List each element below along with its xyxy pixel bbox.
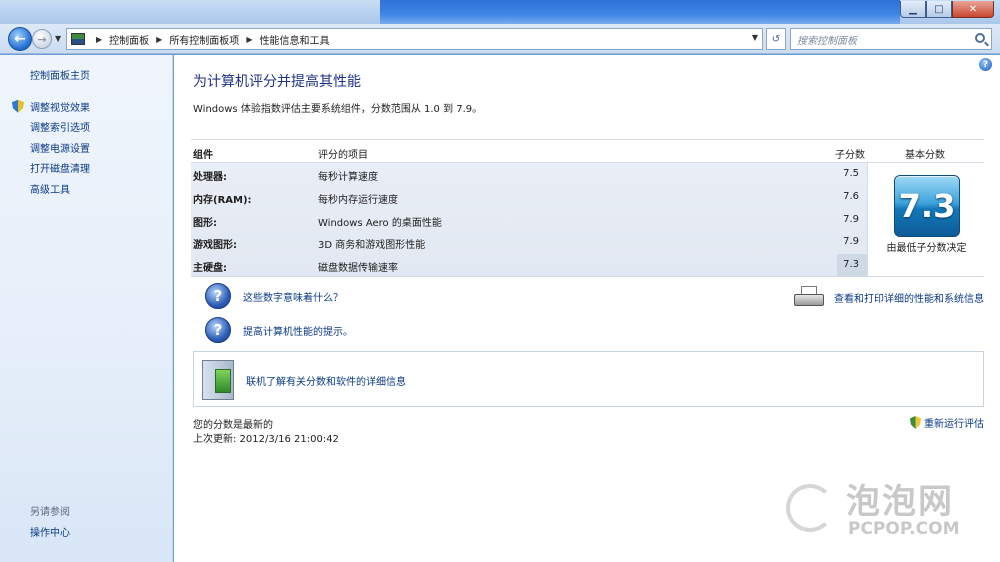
task-label[interactable]: 调整电源设置 [30,140,90,155]
task-adjust-power[interactable]: 调整电源设置 [12,137,90,158]
rerun-assessment-button[interactable]: 重新运行评估 [910,415,984,430]
page-title: 为计算机评分并提高其性能 [193,74,361,90]
base-score-caption: 由最低子分数决定 [886,243,967,254]
header-subscore: 子分数 [835,150,865,161]
back-button[interactable]: ← [8,27,32,51]
chevron-right-icon[interactable]: ▶ [156,35,162,44]
breadcrumb-all-items[interactable]: 所有控制面板项 [169,32,239,47]
improve-tips-link[interactable]: 提高计算机性能的提示。 [243,323,353,338]
subscore: 7.3 [843,259,859,271]
maximize-button[interactable]: □ [926,1,952,18]
rated-item: Windows Aero 的桌面性能 [318,217,442,229]
title-bar-glass [380,0,900,24]
chevron-right-icon[interactable]: ▶ [96,35,102,44]
table-row: 处理器: 每秒计算速度 7.5 [191,163,867,186]
title-bar: ▁ □ ✕ [0,0,1000,24]
subscore: 7.5 [843,168,859,179]
online-info-box: 联机了解有关分数和软件的详细信息 [193,351,984,407]
base-score-badge: 7.3 [894,175,960,237]
page-subtitle: Windows 体验指数评估主要系统组件，分数范围从 1.0 到 7.9。 [193,104,483,115]
rerun-assessment-label[interactable]: 重新运行评估 [924,415,984,430]
search-placeholder: 搜索控制面板 [797,35,857,47]
component-name: 游戏图形: [193,240,237,252]
component-name: 处理器: [193,172,227,183]
breadcrumb-performance-tools[interactable]: 性能信息和工具 [259,32,329,47]
subscore: 7.6 [843,190,859,202]
refresh-button[interactable]: ↺ [766,28,786,50]
window-controls: ▁ □ ✕ [900,1,994,18]
base-score-cell: 7.3 由最低子分数决定 [867,163,984,277]
minimize-button[interactable]: ▁ [900,1,926,18]
component-name: 内存(RAM): [193,194,252,206]
header-rated-item: 评分的项目 [318,150,368,161]
score-table: 组件 评分的项目 子分数 基本分数 处理器: 每秒计算速度 7.5 内存(RAM… [191,139,984,277]
address-dropdown-icon[interactable]: ▼ [752,33,758,42]
print-details-row[interactable]: 查看和打印详细的性能和系统信息 [794,286,984,308]
question-icon: ? [205,283,231,309]
task-label[interactable]: 高级工具 [30,181,70,196]
print-details-link[interactable]: 查看和打印详细的性能和系统信息 [834,290,984,305]
shield-icon [12,99,24,113]
navigation-bar: ← → ▼ ▶ 控制面板 ▶ 所有控制面板项 ▶ 性能信息和工具 ▼ ↺ 搜索控… [0,24,1000,54]
score-status: 您的分数是最新的 [193,420,273,431]
rated-item: 磁盘数据传输速率 [318,263,398,275]
header-component: 组件 [193,150,213,161]
task-adjust-indexing[interactable]: 调整索引选项 [12,117,90,138]
table-row: 内存(RAM): 每秒内存运行速度 7.6 [191,186,867,209]
improve-tips-row[interactable]: ? 提高计算机性能的提示。 [205,317,353,343]
header-basescore: 基本分数 [905,150,945,161]
task-disk-cleanup[interactable]: 打开磁盘清理 [12,158,90,179]
task-list: 调整视觉效果 调整索引选项 调整电源设置 打开磁盘清理 高级工具 [12,96,90,199]
score-table-body: 处理器: 每秒计算速度 7.5 内存(RAM): 每秒内存运行速度 7.6 图形… [191,163,867,277]
question-icon: ? [205,317,231,343]
chevron-right-icon[interactable]: ▶ [246,35,252,44]
see-also-heading: 另请参阅 [30,507,70,518]
breadcrumb-control-panel[interactable]: 控制面板 [109,32,149,47]
last-update: 上次更新: 2012/3/16 21:00:42 [193,434,339,445]
score-table-header: 组件 评分的项目 子分数 基本分数 [191,139,984,163]
left-navigation-pane: 控制面板主页 调整视觉效果 调整索引选项 调整电源设置 打开磁盘清理 高级工具 … [0,55,173,562]
address-bar[interactable]: ▶ 控制面板 ▶ 所有控制面板项 ▶ 性能信息和工具 ▼ [66,28,763,50]
recent-pages-dropdown[interactable]: ▼ [55,34,61,43]
rated-item: 每秒计算速度 [318,172,378,183]
rated-item: 3D 商务和游戏图形性能 [318,240,426,252]
printer-icon [794,286,824,308]
component-name: 图形: [193,217,217,229]
task-label[interactable]: 调整视觉效果 [30,99,90,114]
component-name: 主硬盘: [193,263,227,275]
software-box-icon [202,360,234,400]
what-numbers-mean-row[interactable]: ? 这些数字意味着什么？ [205,283,343,309]
table-row: 主硬盘: 磁盘数据传输速率 7.3 [191,254,867,277]
subscore: 7.9 [843,236,859,248]
what-numbers-mean-link[interactable]: 这些数字意味着什么？ [243,289,343,304]
task-advanced-tools[interactable]: 高级工具 [12,178,90,199]
search-icon[interactable] [975,33,985,43]
action-center-link[interactable]: 操作中心 [30,524,70,539]
control-panel-home-link[interactable]: 控制面板主页 [30,67,90,82]
shield-icon [910,416,921,429]
search-input[interactable]: 搜索控制面板 [790,28,992,50]
control-panel-icon [71,33,85,45]
task-label[interactable]: 调整索引选项 [30,119,90,134]
close-button[interactable]: ✕ [952,1,994,18]
forward-button[interactable]: → [32,29,52,49]
help-icon[interactable]: ? [979,58,992,71]
learn-online-link[interactable]: 联机了解有关分数和软件的详细信息 [246,373,406,388]
rated-item: 每秒内存运行速度 [318,194,398,206]
main-content: ? 为计算机评分并提高其性能 Windows 体验指数评估主要系统组件，分数范围… [174,55,1000,562]
table-row: 游戏图形: 3D 商务和游戏图形性能 7.9 [191,231,867,254]
task-label[interactable]: 打开磁盘清理 [30,160,90,175]
subscore: 7.9 [843,213,859,225]
task-adjust-visual-effects[interactable]: 调整视觉效果 [12,96,90,117]
table-row: 图形: Windows Aero 的桌面性能 7.9 [191,209,867,232]
